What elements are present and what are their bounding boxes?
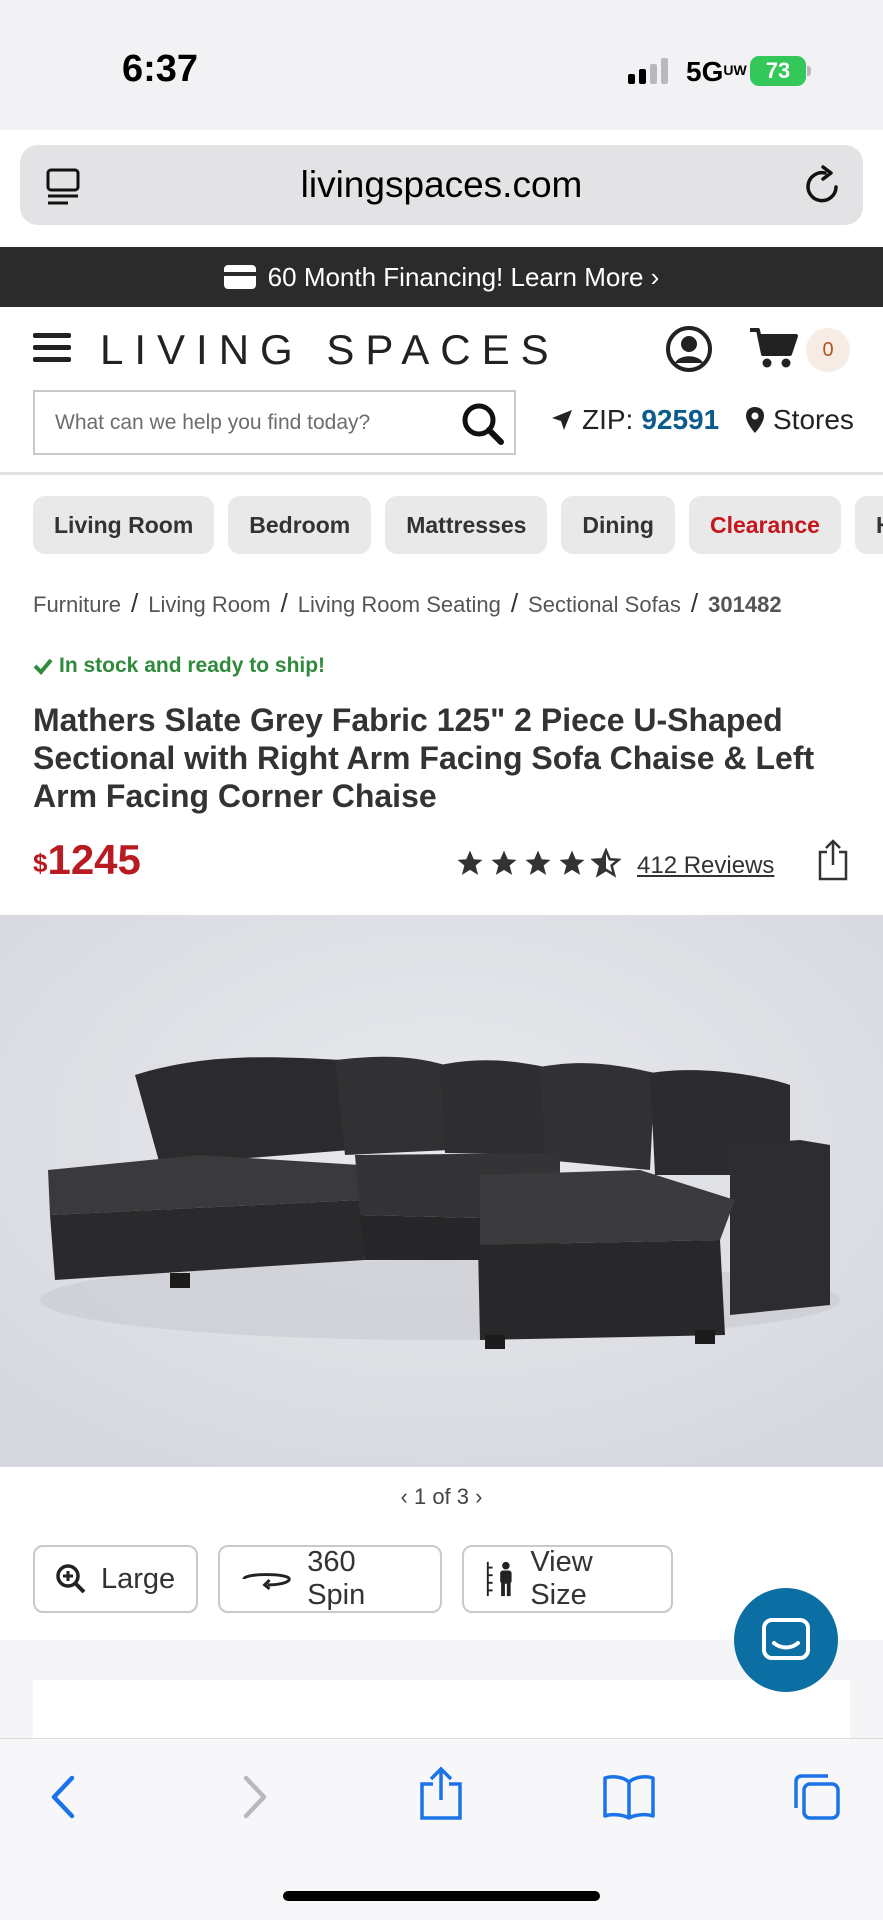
status-time: 6:37 — [122, 48, 199, 90]
next-image-icon[interactable]: › — [469, 1484, 482, 1509]
financing-banner-text[interactable]: 60 Month Financing! Learn More › — [268, 262, 660, 293]
view-large-button[interactable]: Large — [33, 1545, 198, 1613]
header-divider — [0, 472, 883, 475]
checkmark-icon — [33, 658, 53, 675]
product-title: Mathers Slate Grey Fabric 125" 2 Piece U… — [33, 702, 815, 814]
spin-360-label: 360 Spin — [307, 1546, 366, 1611]
half-star-icon — [591, 848, 621, 878]
credit-card-icon — [223, 265, 256, 289]
content-card — [33, 1680, 850, 1740]
category-dining[interactable]: Dining — [561, 496, 675, 554]
bookmarks-icon[interactable] — [602, 1772, 656, 1820]
breadcrumb: Furniture / Living Room / Living Room Seat… — [33, 588, 782, 618]
signal-icon — [628, 58, 668, 84]
battery-cap — [807, 66, 811, 76]
product-image[interactable] — [0, 915, 883, 1467]
tabs-icon[interactable] — [792, 1772, 842, 1822]
stock-status-text: In stock and ready to ship! — [59, 654, 326, 677]
site-logo[interactable]: LIVING SPACES — [100, 326, 560, 374]
back-icon[interactable] — [48, 1772, 78, 1822]
cart-icon[interactable] — [748, 326, 800, 370]
star-icon — [491, 850, 517, 875]
rotate-360-icon — [242, 1573, 291, 1591]
search-input[interactable] — [35, 392, 455, 453]
image-pager: ‹ 1 of 3 › — [0, 1484, 883, 1510]
chat-button[interactable] — [734, 1588, 838, 1692]
address-bar[interactable]: livingspaces.com — [20, 145, 863, 225]
stores-label[interactable]: Stores — [773, 404, 854, 436]
zip-selector[interactable]: ZIP: 92591 — [550, 404, 719, 436]
reload-icon[interactable] — [803, 165, 843, 207]
menu-icon[interactable] — [33, 333, 71, 363]
category-mattresses[interactable]: Mattresses — [385, 496, 548, 554]
category-nav: Living Room Bedroom Mattresses Dining Cl… — [33, 496, 883, 554]
account-icon[interactable] — [665, 325, 713, 373]
view-size-button[interactable]: View Size — [462, 1545, 673, 1613]
zip-value[interactable]: 92591 — [641, 404, 719, 436]
image-pager-text: 1 of 3 — [413, 1484, 470, 1509]
home-indicator — [283, 1891, 600, 1901]
price-value: 1245 — [47, 836, 141, 883]
star-icon — [525, 850, 551, 875]
price-currency: $ — [33, 848, 48, 878]
breadcrumb-sectional-sofas[interactable]: Sectional Sofas — [528, 592, 681, 618]
prev-image-icon[interactable]: ‹ — [401, 1484, 414, 1509]
star-icon — [457, 850, 483, 875]
location-arrow-icon — [552, 410, 572, 430]
breadcrumb-furniture[interactable]: Furniture — [33, 592, 121, 618]
zip-label: ZIP: — [582, 404, 634, 435]
rating-stars[interactable] — [455, 848, 621, 878]
person-size-icon — [486, 1561, 512, 1597]
financing-banner[interactable]: 60 Month Financing! Learn More › — [0, 247, 883, 307]
share-sheet-icon[interactable] — [418, 1766, 464, 1822]
view-size-label: View Size — [530, 1546, 593, 1611]
forward-icon[interactable] — [240, 1772, 270, 1822]
zoom-in-icon — [56, 1564, 86, 1594]
url-text[interactable]: livingspaces.com — [20, 145, 863, 225]
spin-360-button[interactable]: 360 Spin — [218, 1545, 442, 1613]
sofa-illustration — [0, 915, 883, 1467]
cart-count-badge[interactable]: 0 — [806, 328, 850, 372]
share-icon[interactable] — [816, 838, 850, 882]
category-bedroom[interactable]: Bedroom — [228, 496, 372, 554]
breadcrumb-living-room[interactable]: Living Room — [148, 592, 270, 618]
star-icon — [559, 850, 585, 875]
stock-status: In stock and ready to ship! — [33, 654, 325, 678]
map-pin-icon — [746, 407, 764, 433]
breadcrumb-living-room-seating[interactable]: Living Room Seating — [298, 592, 501, 618]
view-large-label: Large — [101, 1562, 176, 1595]
battery-indicator: 73 — [750, 56, 806, 86]
category-clearance[interactable]: Clearance — [688, 496, 841, 554]
category-home-decor[interactable]: Home Decor — [854, 496, 883, 554]
chat-icon — [762, 1618, 810, 1660]
network-indicator: 5GUW — [686, 56, 747, 87]
breadcrumb-sku: 301482 — [708, 592, 782, 617]
category-living-room[interactable]: Living Room — [33, 496, 215, 554]
search-icon[interactable] — [460, 401, 506, 447]
stores-link[interactable]: Stores — [745, 404, 854, 436]
page-menu-icon[interactable] — [46, 167, 82, 207]
reviews-link[interactable]: 412 Reviews — [637, 852, 774, 880]
product-price: $1245 — [33, 836, 141, 884]
search-box[interactable] — [33, 390, 516, 455]
